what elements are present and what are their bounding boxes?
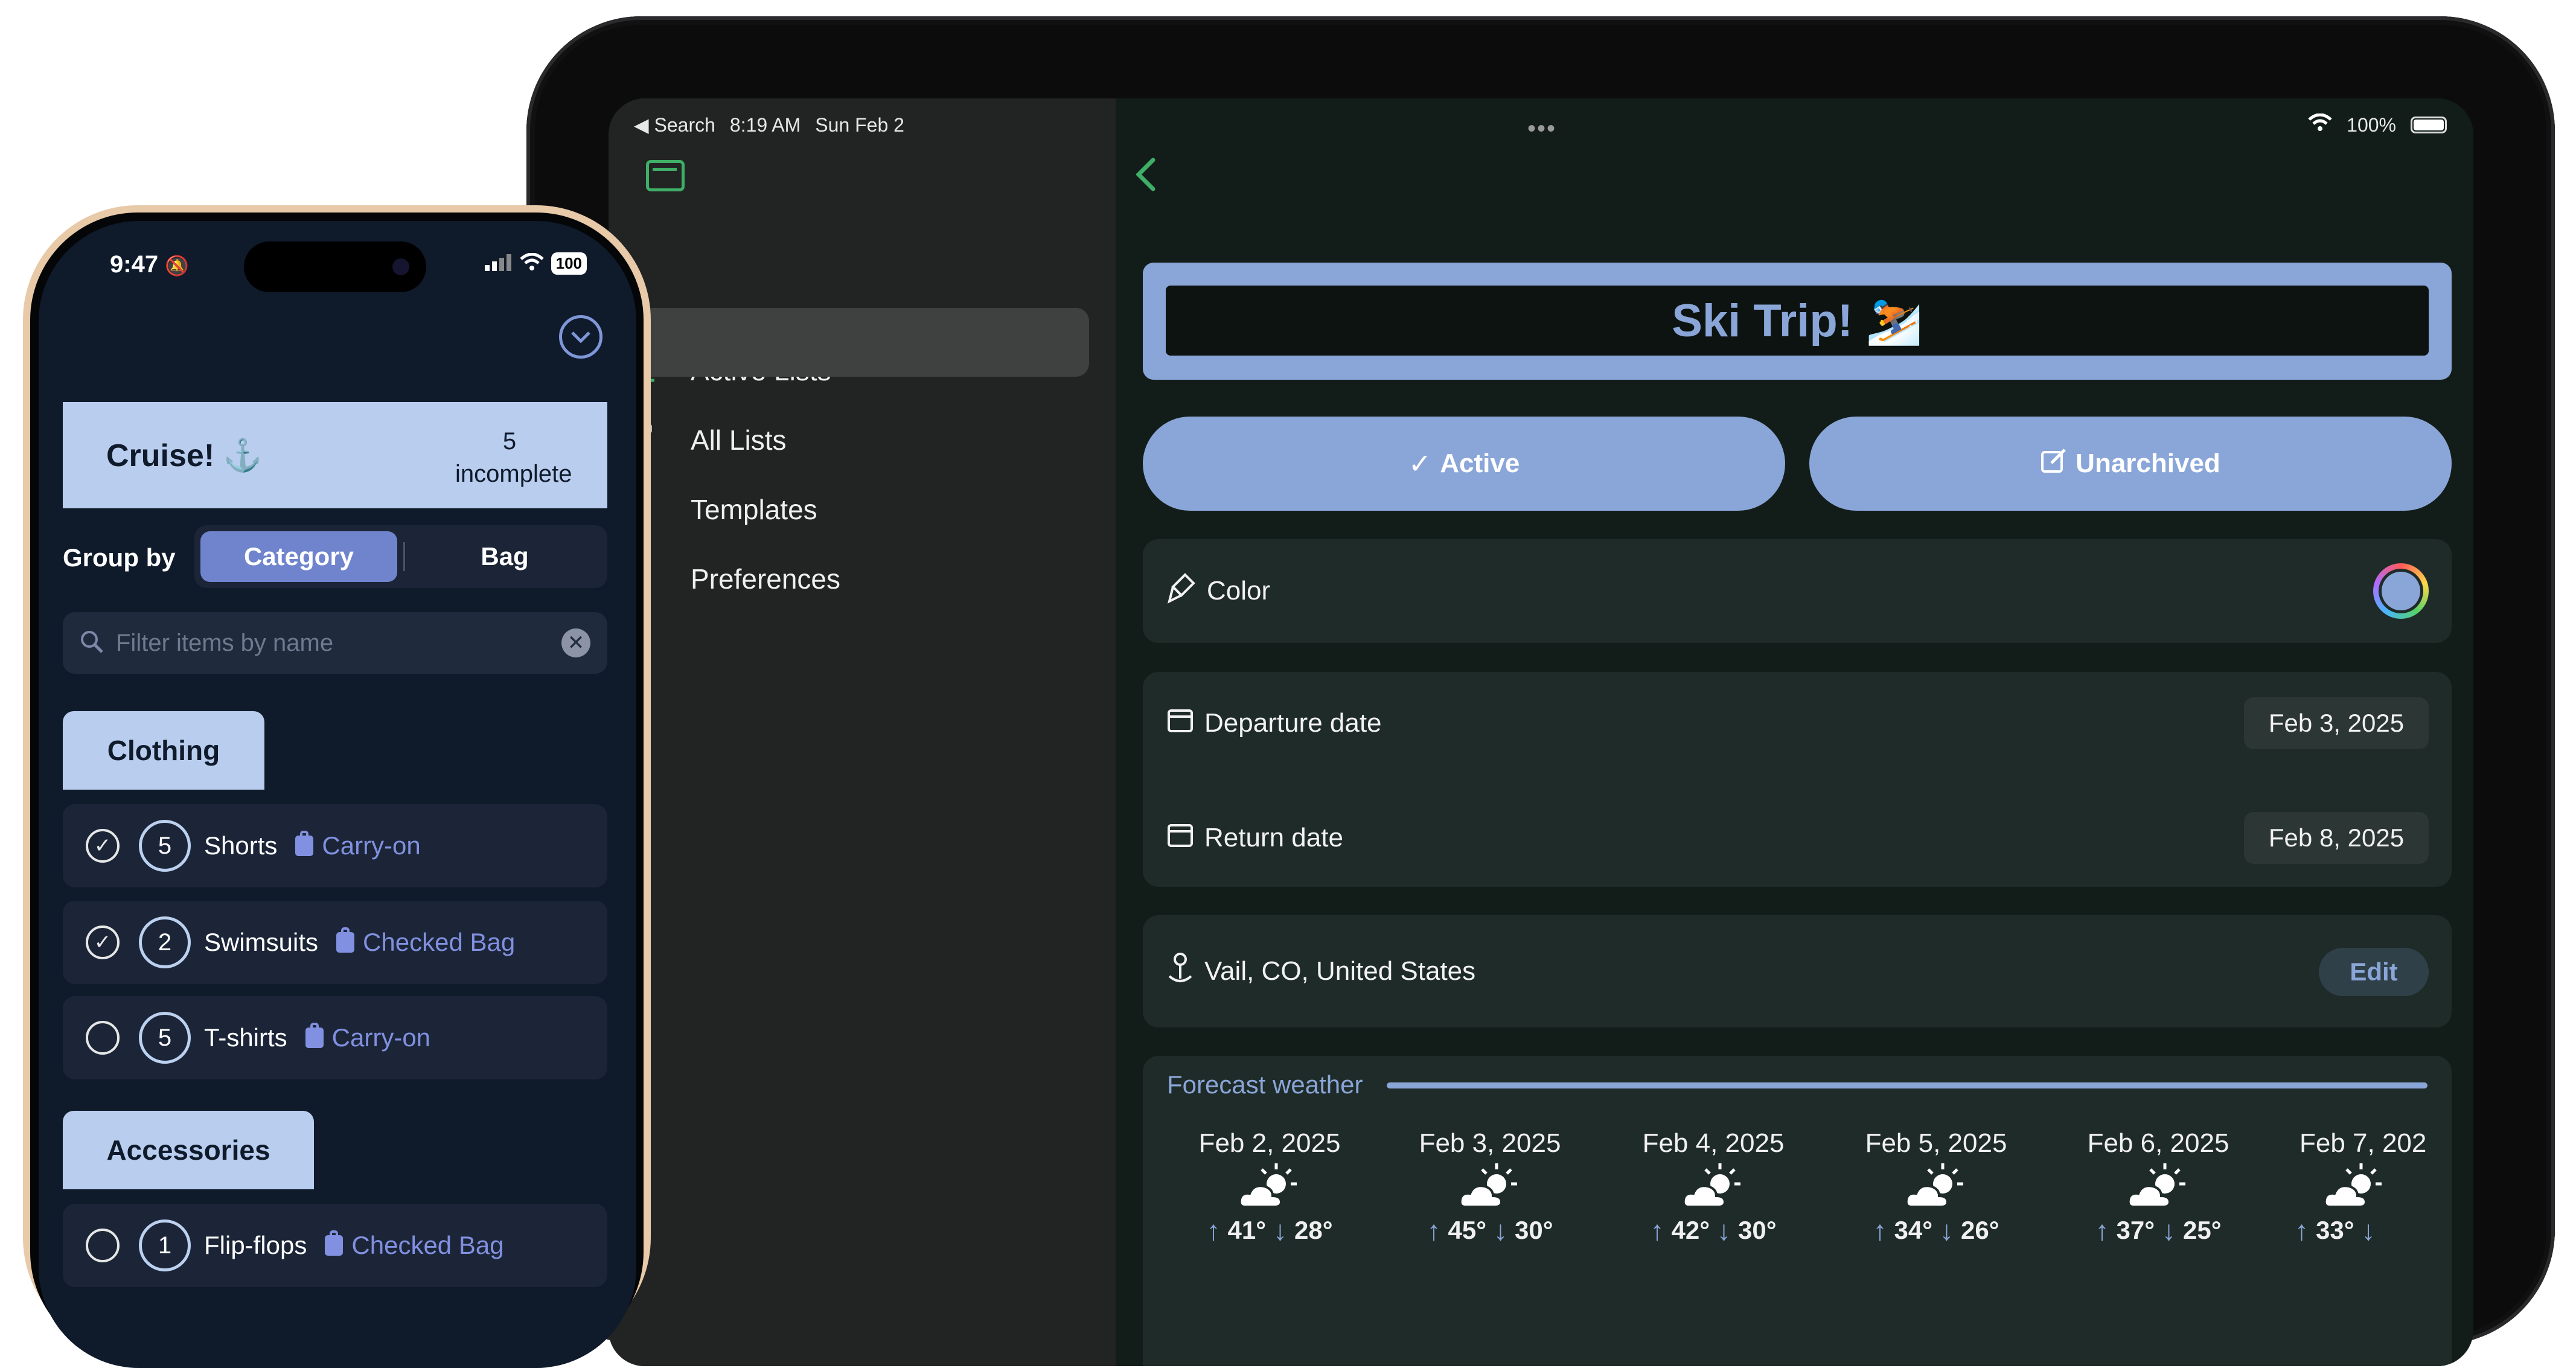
incomplete-label: incomplete <box>455 461 572 487</box>
checked-circle-icon[interactable]: ✓ <box>86 829 120 863</box>
group-by-segmented-control: Category Bag <box>194 525 607 588</box>
item-name: Shorts <box>204 831 278 860</box>
detail-pane: ••• 100% Ski Trip! ⛷️ ✓ Active Unarchive… <box>1116 98 2473 1366</box>
checkmark-icon: ✓ <box>1408 448 1432 479</box>
sidebar-item-label: Preferences <box>691 563 841 595</box>
bell-slash-icon: 🔕 <box>165 255 190 276</box>
search-icon <box>80 630 104 657</box>
calendar-icon <box>1167 822 1194 854</box>
iphone-screen: 9:47 🔕 100 Cruise! ⚓️ 5 incomplete Group… <box>39 221 636 1368</box>
map-pin-icon <box>1167 952 1194 991</box>
paintbrush-icon <box>1167 572 1196 610</box>
title-field[interactable]: Ski Trip! ⛷️ <box>1166 286 2429 356</box>
color-row[interactable]: Color <box>1143 539 2452 643</box>
return-label: Return date <box>1204 823 1343 852</box>
item-name: Flip-flops <box>204 1231 307 1259</box>
active-button[interactable]: ✓ Active <box>1143 417 1785 511</box>
back-to-search[interactable]: ◀ Search <box>634 113 715 136</box>
forecast-label: Forecast weather <box>1167 1070 1363 1099</box>
ipad-status-right: 100% <box>2308 107 2447 143</box>
filter-placeholder: Filter items by name <box>116 629 334 656</box>
bag-label: Checked Bag <box>363 928 516 956</box>
incomplete-count-badge: 5 incomplete <box>455 425 572 490</box>
ipad-status-left: ◀ Search 8:19 AM Sun Feb 2 <box>634 107 904 143</box>
list-title: Cruise! ⚓️ <box>106 438 263 473</box>
bag-label: Carry-on <box>322 831 421 860</box>
status-time: 8:19 AM <box>729 113 801 136</box>
dynamic-island <box>244 241 426 292</box>
unchecked-circle-icon[interactable] <box>86 1021 120 1055</box>
iphone-status-right: 100 <box>484 252 587 275</box>
ipad-screen: ◀ Search 8:19 AM Sun Feb 2 Active Lists … <box>609 98 2473 1366</box>
title-card: Ski Trip! ⛷️ <box>1143 263 2452 380</box>
quantity-badge: 2 <box>139 916 191 968</box>
bag-icon <box>336 927 355 953</box>
quantity-badge: 5 <box>139 820 191 872</box>
battery-badge: 100 <box>551 252 587 275</box>
segment-bag[interactable]: Bag <box>408 531 601 582</box>
location-text: Vail, CO, United States <box>1204 956 1476 986</box>
status-date: Sun Feb 2 <box>815 113 904 136</box>
sidebar: ◀ Search 8:19 AM Sun Feb 2 Active Lists … <box>609 98 1116 1366</box>
clear-icon[interactable]: ✕ <box>561 628 590 657</box>
departure-date-picker[interactable]: Feb 3, 2025 <box>2244 697 2429 749</box>
battery-icon <box>2411 117 2447 133</box>
unarchived-button[interactable]: Unarchived <box>1809 417 2452 511</box>
forecast-card: Forecast weather <box>1143 1056 2452 1366</box>
wifi-icon <box>2308 113 2332 136</box>
bag-label: Checked Bag <box>351 1231 504 1259</box>
unarchived-label: Unarchived <box>2076 449 2220 478</box>
sidebar-selection <box>609 308 1089 377</box>
unchecked-circle-icon[interactable] <box>86 1229 120 1262</box>
list-header-card: Cruise! ⚓️ 5 incomplete <box>63 402 607 508</box>
multitask-dots-icon[interactable]: ••• <box>1527 115 1556 142</box>
quantity-badge: 1 <box>139 1219 191 1271</box>
bag-icon <box>325 1230 344 1256</box>
status-time: 9:47 <box>110 251 159 278</box>
wifi-icon <box>519 252 544 274</box>
item-name: Swimsuits <box>204 928 319 956</box>
forecast-divider <box>1387 1082 2427 1088</box>
dates-card: Departure date Feb 3, 2025 Return date F… <box>1143 672 2452 887</box>
bag-icon <box>305 1023 324 1048</box>
color-picker-swatch[interactable] <box>2373 563 2429 619</box>
group-by-label: Group by <box>63 543 176 572</box>
sidebar-item-label: All Lists <box>691 424 787 456</box>
active-label: Active <box>1440 449 1520 478</box>
list-title: Ski Trip! ⛷️ <box>1672 295 1923 347</box>
back-chevron-icon[interactable] <box>1134 156 1158 196</box>
iphone-status-time: 9:47 🔕 <box>110 251 189 278</box>
item-bag: Carry-on <box>305 1023 430 1052</box>
edit-square-icon <box>2041 447 2067 481</box>
quantity-badge: 5 <box>139 1012 191 1064</box>
signal-icon <box>484 253 513 274</box>
calendar-icon <box>1167 708 1194 740</box>
list-item[interactable]: ✓ 5 Shorts Carry-on <box>63 804 607 887</box>
list-item[interactable]: 5 T-shirts Carry-on <box>63 996 607 1079</box>
color-label: Color <box>1207 576 1271 606</box>
section-header-accessories: Accessories <box>63 1111 314 1189</box>
item-bag: Carry-on <box>295 831 421 860</box>
sidebar-toggle-icon[interactable] <box>646 160 685 191</box>
return-date-picker[interactable]: Feb 8, 2025 <box>2244 812 2429 864</box>
sidebar-item-label: Templates <box>691 494 817 525</box>
segment-divider <box>403 542 405 571</box>
select-circle-icon[interactable] <box>559 315 602 359</box>
incomplete-count: 5 <box>502 428 517 455</box>
edit-location-button[interactable]: Edit <box>2319 948 2429 996</box>
section-header-clothing: Clothing <box>63 711 264 790</box>
item-bag: Checked Bag <box>336 927 516 957</box>
item-bag: Checked Bag <box>325 1230 504 1260</box>
bag-label: Carry-on <box>331 1023 431 1052</box>
location-row: Vail, CO, United States Edit <box>1143 915 2452 1028</box>
item-name: T-shirts <box>204 1023 287 1052</box>
filter-field[interactable]: Filter items by name ✕ <box>63 612 607 674</box>
list-item[interactable]: ✓ 2 Swimsuits Checked Bag <box>63 901 607 984</box>
bag-icon <box>295 831 314 856</box>
departure-label: Departure date <box>1204 708 1382 738</box>
battery-percent: 100% <box>2347 113 2396 136</box>
checked-circle-icon[interactable]: ✓ <box>86 925 120 959</box>
list-item[interactable]: 1 Flip-flops Checked Bag <box>63 1204 607 1287</box>
segment-category[interactable]: Category <box>200 531 397 582</box>
